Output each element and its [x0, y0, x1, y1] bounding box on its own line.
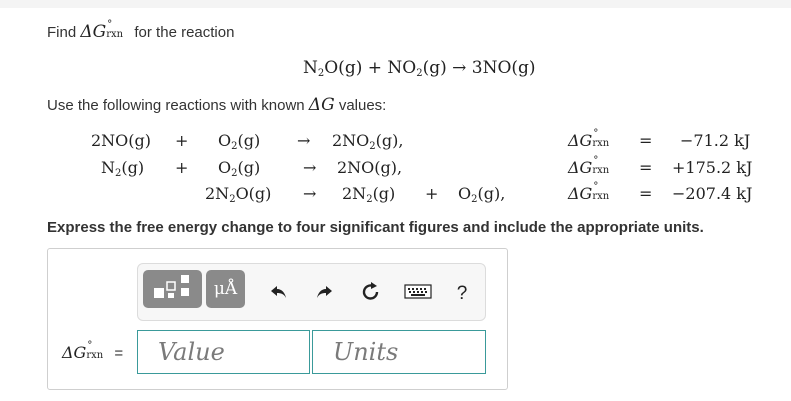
reset-icon: [360, 281, 382, 308]
keyboard-button[interactable]: [404, 283, 432, 305]
plus-sign: +: [175, 158, 189, 177]
reaction-arrow: →: [297, 131, 311, 150]
redo-icon: [314, 283, 334, 306]
template-button[interactable]: [143, 270, 202, 308]
reactant-2: O2(g): [218, 131, 261, 152]
product-1: 2NO(g),: [337, 158, 403, 177]
question-prompt: Find ΔG ° rxn for the reaction: [47, 19, 235, 42]
value-field[interactable]: [137, 330, 310, 374]
equals-sign: =: [639, 184, 653, 203]
target-reaction: N2O(g) + NO2(g) → 3NO(g): [303, 58, 536, 79]
product-1: 2N2(g): [342, 184, 396, 205]
product-2: O2(g),: [458, 184, 506, 205]
delta-g-label: ΔG ° rxn: [568, 181, 610, 203]
help-label: ?: [456, 283, 468, 304]
help-button[interactable]: ?: [451, 283, 473, 305]
delta-g-label: ΔG ° rxn: [568, 128, 610, 150]
units-input[interactable]: [313, 330, 485, 374]
undo-icon: [269, 283, 289, 306]
units-button[interactable]: μÅ: [206, 270, 245, 308]
template-icon: [151, 274, 195, 305]
keyboard-icon: [404, 283, 432, 305]
units-field[interactable]: [312, 330, 486, 374]
answer-label: ΔG ° rxn =: [62, 340, 124, 362]
reactant-2: O2(g): [218, 158, 261, 179]
equals-sign: =: [639, 158, 653, 177]
value-input[interactable]: [138, 330, 309, 374]
use-reactions-text: Use the following reactions with known Δ…: [47, 95, 387, 115]
reactant-1: 2N2O(g): [205, 184, 272, 205]
plus-sign: +: [425, 184, 439, 203]
reaction-arrow: →: [303, 158, 317, 177]
undo-button[interactable]: [268, 283, 290, 305]
units-label: μÅ: [213, 279, 238, 299]
reactant-1: 2NO(g): [91, 131, 152, 150]
delta-g-value: −71.2 kJ: [680, 131, 751, 150]
reaction-arrow: →: [303, 184, 317, 203]
reset-button[interactable]: [360, 281, 382, 308]
top-strip: [0, 0, 791, 8]
product-1: 2NO2(g),: [332, 131, 404, 152]
redo-button[interactable]: [313, 283, 335, 305]
instruction-text: Express the free energy change to four s…: [47, 219, 704, 236]
delta-g-label: ΔG ° rxn: [568, 155, 610, 177]
reactant-1: N2(g): [101, 158, 145, 179]
plus-sign: +: [175, 131, 189, 150]
delta-g-value: −207.4 kJ: [672, 184, 753, 203]
delta-g-value: +175.2 kJ: [672, 158, 753, 177]
equals-sign: =: [639, 131, 653, 150]
